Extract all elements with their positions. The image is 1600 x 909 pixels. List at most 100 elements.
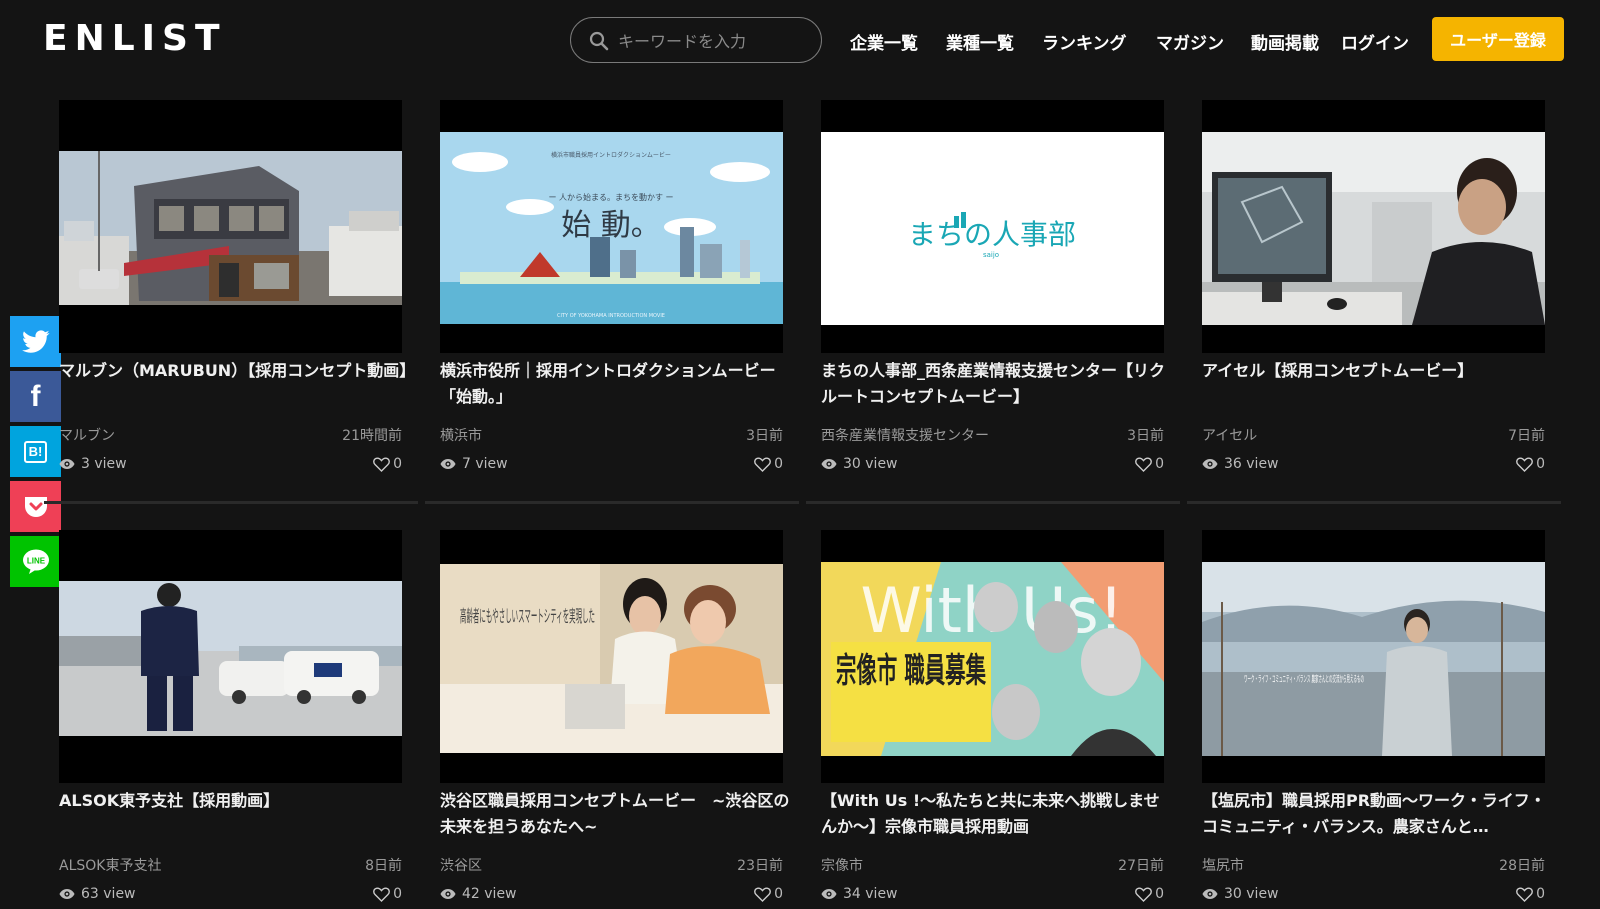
search-box[interactable] <box>570 17 822 63</box>
video-title[interactable]: 渋谷区職員採用コンセプトムービー ~渋谷区の未来を担うあなたへ~ <box>440 788 790 840</box>
video-thumbnail[interactable] <box>1202 100 1545 353</box>
eye-icon <box>59 889 75 899</box>
video-title[interactable]: 横浜市役所｜採用イントロダクションムービー「始動。」 <box>440 358 790 410</box>
eye-icon <box>440 889 456 899</box>
video-org[interactable]: 宗像市 <box>821 855 863 875</box>
video-thumbnail[interactable]: With Us! 宗像市 職員募集 <box>821 530 1164 783</box>
eye-icon <box>821 889 837 899</box>
nav-company-list[interactable]: 企業一覧 <box>850 29 918 54</box>
like-button[interactable]: 0 <box>373 886 402 902</box>
svg-text:横浜市職員採用イントロダクションムービー: 横浜市職員採用イントロダクションムービー <box>551 151 671 159</box>
video-views: 36 view <box>1202 456 1279 472</box>
video-posted-time: 7日前 <box>1508 428 1545 444</box>
facebook-icon: f <box>30 379 41 413</box>
like-button[interactable]: 0 <box>1135 456 1164 472</box>
like-count: 0 <box>1155 456 1164 472</box>
video-org[interactable]: 西条産業情報支援センター <box>821 425 989 445</box>
video-card[interactable]: 横浜市職員採用イントロダクションムービー ー 人から始まる。まちを動かす ー 始… <box>440 100 783 495</box>
view-count: 34 view <box>843 886 898 902</box>
thumb-heading: 始 動。 <box>561 208 661 243</box>
video-title[interactable]: 【塩尻市】職員採用PR動画～ワーク・ライフ・コミュニティ・バランス。農家さんと… <box>1202 788 1552 840</box>
hatena-share-button[interactable]: B! <box>10 426 61 477</box>
eye-icon <box>440 459 456 469</box>
video-thumbnail[interactable]: 横浜市職員採用イントロダクションムービー ー 人から始まる。まちを動かす ー 始… <box>440 100 783 353</box>
search-input[interactable] <box>616 27 810 55</box>
video-card[interactable]: With Us! 宗像市 職員募集 【With Us !～私たちと共に未来へ挑戦… <box>821 530 1164 909</box>
user-register-button[interactable]: ユーザー登録 <box>1432 17 1564 61</box>
eye-icon <box>1202 459 1218 469</box>
like-button[interactable]: 0 <box>1516 886 1545 902</box>
yokohama-thumbnail: 横浜市職員採用イントロダクションムービー ー 人から始まる。まちを動かす ー 始… <box>440 132 783 324</box>
site-logo[interactable]: ENLIST <box>43 18 227 59</box>
video-thumbnail[interactable]: まちの人事部 saijo <box>821 100 1164 353</box>
video-org[interactable]: 塩尻市 <box>1202 855 1244 875</box>
twitter-icon <box>21 329 50 353</box>
like-button[interactable]: 0 <box>754 456 783 472</box>
video-posted-time: 3日前 <box>746 428 783 444</box>
video-thumbnail[interactable]: ワーク・ライフ・コミュニティ・バランス 農家さんとの交流から見えるもの <box>1202 530 1545 783</box>
video-title[interactable]: アイセル【採用コンセプトムービー】 <box>1202 358 1552 384</box>
video-thumbnail[interactable] <box>59 100 402 353</box>
video-card[interactable]: ALSOK東予支社【採用動画】 ALSOK東予支社 8日前 63 view 0 <box>59 530 402 909</box>
heart-icon <box>1516 887 1533 902</box>
video-card[interactable]: まちの人事部 saijo まちの人事部_西条産業情報支援センター【リクルートコン… <box>821 100 1165 495</box>
facebook-share-button[interactable]: f <box>10 371 61 422</box>
nav-video-posting[interactable]: 動画掲載 <box>1251 29 1319 54</box>
like-button[interactable]: 0 <box>1516 456 1545 472</box>
like-count: 0 <box>1155 886 1164 902</box>
view-count: 3 view <box>81 456 127 472</box>
video-org[interactable]: ALSOK東予支社 <box>59 855 161 875</box>
view-count: 36 view <box>1224 456 1279 472</box>
pocket-icon <box>24 496 47 517</box>
nav-magazine[interactable]: マガジン <box>1156 29 1224 54</box>
shiojiri-photo: ワーク・ライフ・コミュニティ・バランス 農家さんとの交流から見えるもの <box>1202 562 1545 756</box>
video-views: 63 view <box>59 886 136 902</box>
video-card[interactable]: 高齢者にもやさしいスマートシティを実現した 渋谷区職員採用コンセプトムービー ~… <box>440 530 789 909</box>
thumb-caption: saijo <box>983 251 999 259</box>
eye-icon <box>821 459 837 469</box>
pocket-share-button[interactable] <box>10 481 61 532</box>
video-title[interactable]: まちの人事部_西条産業情報支援センター【リクルートコンセプトムービー】 <box>821 358 1171 410</box>
nav-ranking[interactable]: ランキング <box>1042 29 1127 54</box>
video-org[interactable]: 渋谷区 <box>440 855 482 875</box>
video-org[interactable]: マルブン <box>59 425 115 445</box>
nav-login[interactable]: ログイン <box>1341 29 1409 54</box>
line-icon: LINE <box>22 549 49 574</box>
video-card[interactable]: アイセル【採用コンセプトムービー】 アイセル 7日前 36 view 0 <box>1202 100 1545 495</box>
video-org[interactable]: 横浜市 <box>440 425 482 445</box>
like-count: 0 <box>774 456 783 472</box>
video-title[interactable]: ALSOK東予支社【採用動画】 <box>59 788 409 814</box>
video-posted-time: 28日前 <box>1499 858 1545 874</box>
video-org[interactable]: アイセル <box>1202 425 1257 445</box>
like-button[interactable]: 0 <box>373 456 402 472</box>
video-views: 3 view <box>59 456 127 472</box>
thumb-caption: 宗像市 職員募集 <box>836 651 986 691</box>
video-posted-time: 3日前 <box>1127 428 1164 444</box>
munakata-thumbnail: With Us! 宗像市 職員募集 <box>821 562 1164 756</box>
line-share-button[interactable]: LINE <box>10 536 61 587</box>
alsok-photo <box>59 581 402 736</box>
video-card[interactable]: ワーク・ライフ・コミュニティ・バランス 農家さんとの交流から見えるもの 【塩尻市… <box>1202 530 1546 909</box>
thumb-caption: ー 人から始まる。まちを動かす ー <box>548 192 673 202</box>
card-divider <box>806 501 1180 504</box>
video-posted-time: 21時間前 <box>342 428 402 444</box>
thumb-heading: 高齢者にもやさしいスマートシティを実現した <box>460 607 595 627</box>
like-button[interactable]: 0 <box>754 886 783 902</box>
view-count: 7 view <box>462 456 508 472</box>
like-count: 0 <box>393 886 402 902</box>
video-thumbnail[interactable]: 高齢者にもやさしいスマートシティを実現した <box>440 530 783 783</box>
video-card[interactable]: マルブン（MARUBUN）【採用コンセプト動画】 マルブン 21時間前 3 vi… <box>59 100 415 495</box>
video-views: 30 view <box>1202 886 1279 902</box>
nav-industry-list[interactable]: 業種一覧 <box>946 29 1014 54</box>
twitter-share-button[interactable] <box>10 316 61 367</box>
office-photo <box>1202 132 1545 325</box>
like-button[interactable]: 0 <box>1135 886 1164 902</box>
like-count: 0 <box>393 456 402 472</box>
video-thumbnail[interactable] <box>59 530 402 783</box>
heart-icon <box>373 457 390 472</box>
video-title[interactable]: マルブン（MARUBUN）【採用コンセプト動画】 <box>59 358 415 384</box>
eye-icon <box>1202 889 1218 899</box>
like-count: 0 <box>1536 456 1545 472</box>
heart-icon <box>1135 887 1152 902</box>
video-title[interactable]: 【With Us !～私たちと共に未来へ挑戦しませんか～】宗像市職員採用動画 <box>821 788 1171 840</box>
